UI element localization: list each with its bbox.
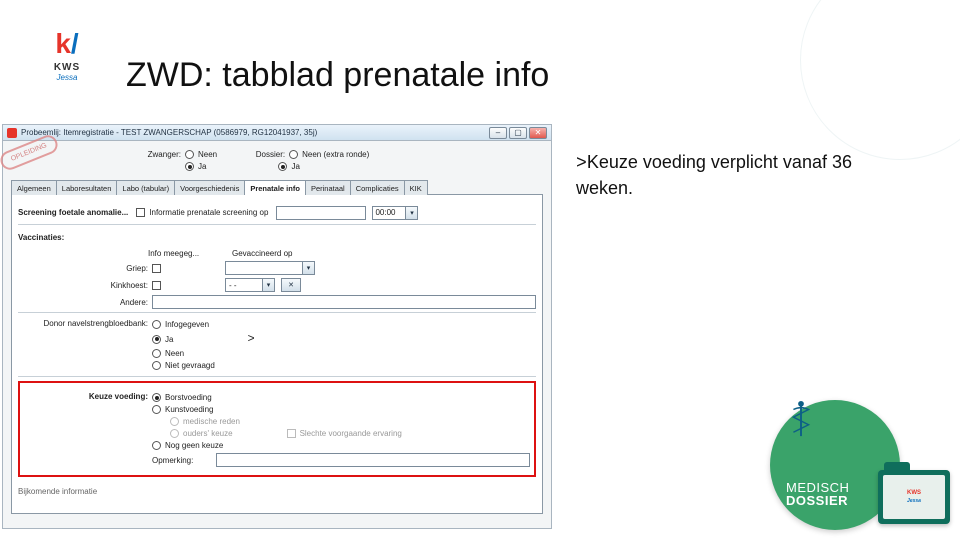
radio-zwanger-ja[interactable] xyxy=(185,162,194,171)
option-zwanger-ja: Ja xyxy=(198,162,206,171)
input-andere[interactable] xyxy=(152,295,536,309)
folder-mini-kws: KWS xyxy=(907,490,921,496)
input-screening-date[interactable] xyxy=(276,206,366,220)
logo-subtext: Jessa xyxy=(38,73,96,82)
option-donor-info: Infogegeven xyxy=(165,320,209,329)
radio-voeding-borst[interactable] xyxy=(152,393,161,402)
label-slechte-ervaring: Slechte voorgaande ervaring xyxy=(300,429,402,438)
radio-dossier-neen[interactable] xyxy=(289,150,298,159)
checkbox-slechte-ervaring xyxy=(287,429,296,438)
option-dossier-ja: Ja xyxy=(291,162,299,171)
badge-text: MEDISCH DOSSIER xyxy=(786,481,849,508)
note-arrow: > xyxy=(576,154,587,174)
radio-donor-info[interactable] xyxy=(152,320,161,329)
combo-griep-date[interactable]: ▾ xyxy=(225,261,315,275)
side-note: >Keuze voeding verplicht vanaf 36 weken. xyxy=(576,150,906,201)
app-icon xyxy=(7,128,17,138)
option-voeding-med: medische reden xyxy=(183,417,240,426)
tab-laboresultaten[interactable]: Laboresultaten xyxy=(56,180,118,195)
input-screening-time[interactable]: 00:00▾ xyxy=(372,206,418,220)
tab-complicaties[interactable]: Complicaties xyxy=(350,180,405,195)
checkbox-screening-info[interactable] xyxy=(136,208,145,217)
radio-donor-ja[interactable] xyxy=(152,335,161,344)
label-vaccinaties: Vaccinaties: xyxy=(18,233,64,242)
radio-voeding-med xyxy=(170,417,179,426)
tab-kik[interactable]: KIK xyxy=(404,180,428,195)
tab-voorgeschiedenis[interactable]: Voorgeschiedenis xyxy=(174,180,245,195)
slide: k/ KWS Jessa ZWD: tabblad prenatale info… xyxy=(0,0,960,540)
col-gevaccineerd-op: Gevaccineerd op xyxy=(232,249,292,258)
expand-icon[interactable]: > xyxy=(247,332,254,346)
checkbox-kinkhoest-info[interactable] xyxy=(152,281,161,290)
label-andere: Andere: xyxy=(18,298,148,307)
option-voeding-kunst: Kunstvoeding xyxy=(165,405,213,414)
minimize-button[interactable]: – xyxy=(489,127,507,139)
window-controls: – ▢ ✕ xyxy=(489,127,547,139)
chevron-down-icon: ▾ xyxy=(405,207,417,219)
brand-logo: k/ KWS Jessa xyxy=(38,28,96,82)
logo-mark: k/ xyxy=(38,28,96,60)
note-text: Keuze voeding verplicht vanaf 36 weken. xyxy=(576,152,852,198)
button-kinkhoest-clear[interactable]: ✕ xyxy=(281,278,301,292)
label-opmerking: Opmerking: xyxy=(152,456,212,465)
maximize-button[interactable]: ▢ xyxy=(509,127,527,139)
input-opmerking[interactable] xyxy=(216,453,530,467)
window-title: Probeemlij: Itemregistratie - TEST ZWANG… xyxy=(21,128,485,137)
option-donor-niet: Niet gevraagd xyxy=(165,361,215,370)
label-donor: Donor navelstrengbloedbank: xyxy=(18,317,148,328)
checkbox-griep-info[interactable] xyxy=(152,264,161,273)
chevron-down-icon: ▾ xyxy=(262,279,274,291)
tab-perinataal[interactable]: Perinataal xyxy=(305,180,351,195)
combo-kinkhoest-date[interactable]: - -▾ xyxy=(225,278,275,292)
label-zwanger: Zwanger: xyxy=(121,150,181,159)
window-titlebar: Probeemlij: Itemregistratie - TEST ZWANG… xyxy=(3,125,551,141)
caduceus-icon xyxy=(782,400,820,438)
label-screening: Screening foetale anomalie... xyxy=(18,208,128,217)
radio-voeding-choice xyxy=(170,429,179,438)
logo-text: KWS xyxy=(38,62,96,73)
radio-dossier-ja[interactable] xyxy=(278,162,287,171)
label-keuze-voeding: Keuze voeding: xyxy=(24,390,148,401)
medisch-dossier-badge: MEDISCH DOSSIER KWS Jessa xyxy=(770,390,950,530)
app-window: Probeemlij: Itemregistratie - TEST ZWANG… xyxy=(2,124,552,529)
option-donor-neen: Neen xyxy=(165,349,184,358)
radio-voeding-noggeen[interactable] xyxy=(152,441,161,450)
highlight-keuze-voeding: Keuze voeding: Borstvoeding Kunstvoeding… xyxy=(18,381,536,477)
tab-algemeen[interactable]: Algemeen xyxy=(11,180,57,195)
label-kinkhoest: Kinkhoest: xyxy=(18,281,148,290)
chevron-down-icon: ▾ xyxy=(302,262,314,274)
decorative-arc xyxy=(800,0,960,160)
clear-icon: ✕ xyxy=(282,279,300,291)
col-info-meegeg: Info meegeg... xyxy=(148,249,228,258)
label-screening-info: Informatie prenatale screening op xyxy=(149,208,268,217)
tab-panel-prenatale: Screening foetale anomalie... Informatie… xyxy=(11,195,543,514)
option-voeding-borst: Borstvoeding xyxy=(165,393,212,402)
option-voeding-choice: ouders' keuze xyxy=(183,429,233,438)
option-zwanger-neen: Neen xyxy=(198,150,217,159)
label-dossier: Dossier: xyxy=(235,150,285,159)
option-dossier-neen: Neen (extra ronde) xyxy=(302,150,369,159)
tab-strip: Algemeen Laboresultaten Labo (tabular) V… xyxy=(11,179,543,195)
close-button[interactable]: ✕ xyxy=(529,127,547,139)
tab-prenatale-info[interactable]: Prenatale info xyxy=(244,180,306,195)
radio-donor-niet[interactable] xyxy=(152,361,161,370)
form-area: Zwanger: Neen Dossier: Neen (extra ronde… xyxy=(3,141,551,514)
folder-mini-jessa: Jessa xyxy=(907,498,921,504)
option-donor-ja: Ja xyxy=(165,335,173,344)
radio-donor-neen[interactable] xyxy=(152,349,161,358)
label-bijkomende: Bijkomende informatie xyxy=(18,487,97,496)
radio-voeding-kunst[interactable] xyxy=(152,405,161,414)
folder-icon: KWS Jessa xyxy=(878,470,950,524)
tab-labo-tabular[interactable]: Labo (tabular) xyxy=(116,180,175,195)
radio-zwanger-neen[interactable] xyxy=(185,150,194,159)
option-voeding-noggeen: Nog geen keuze xyxy=(165,441,223,450)
label-griep: Griep: xyxy=(18,264,148,273)
page-title: ZWD: tabblad prenatale info xyxy=(126,56,549,95)
